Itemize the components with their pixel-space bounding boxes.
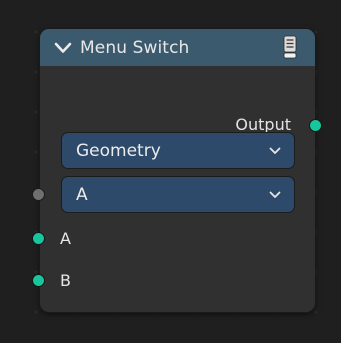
node-title: Menu Switch: [80, 37, 190, 58]
input-socket-b[interactable]: [32, 274, 45, 287]
input-socket-a[interactable]: [32, 232, 45, 245]
data-type-value: Geometry: [76, 140, 161, 161]
node-preview-icon[interactable]: [281, 35, 299, 59]
input-label-a: A: [60, 229, 71, 248]
menu-dropdown[interactable]: A: [61, 176, 295, 213]
menu-switch-node[interactable]: Menu Switch Output Geometry A A B: [32, 29, 322, 312]
output-socket[interactable]: [309, 119, 322, 132]
node-header[interactable]: Menu Switch: [40, 29, 315, 66]
chevron-down-icon[interactable]: [52, 38, 74, 58]
chevron-down-icon: [268, 190, 282, 200]
data-type-dropdown[interactable]: Geometry: [61, 132, 295, 169]
menu-input-socket[interactable]: [32, 188, 45, 201]
input-label-b: B: [60, 271, 71, 290]
chevron-down-icon: [268, 146, 282, 156]
menu-value: A: [76, 184, 88, 205]
